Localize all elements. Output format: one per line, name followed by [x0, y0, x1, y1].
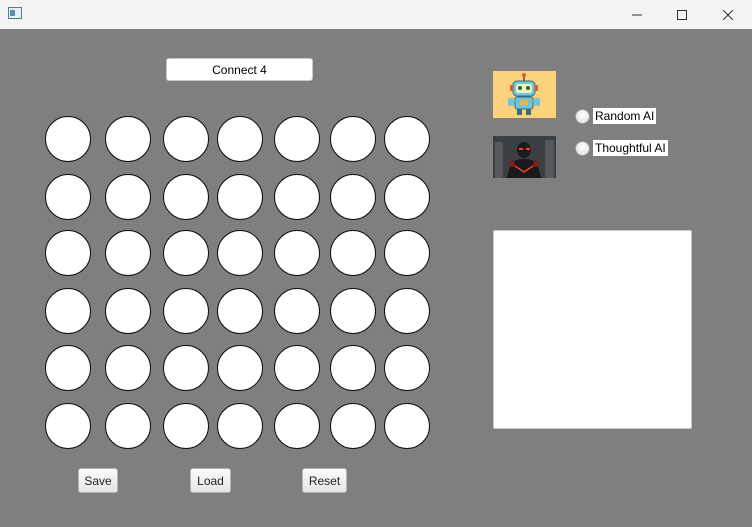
board-cell[interactable] — [384, 288, 430, 334]
board-cell[interactable] — [384, 174, 430, 220]
board-cell[interactable] — [217, 345, 263, 391]
thoughtful-ai-label: Thoughtful AI — [593, 140, 668, 156]
board-cell[interactable] — [274, 288, 320, 334]
minimize-button[interactable] — [614, 0, 660, 29]
board-cell[interactable] — [384, 116, 430, 162]
game-window: Connect 4 Save Load Reset Random AI Thou… — [0, 29, 752, 527]
close-button[interactable] — [705, 0, 751, 29]
board-cell[interactable] — [163, 174, 209, 220]
maximize-button[interactable] — [659, 0, 705, 29]
board-cell[interactable] — [45, 116, 91, 162]
maximize-icon — [677, 9, 687, 20]
title-bar — [0, 0, 752, 30]
thoughtful-ai-radio[interactable] — [575, 140, 590, 156]
board-cell[interactable] — [45, 403, 91, 449]
game-log-area[interactable] — [493, 230, 692, 429]
random-ai-label: Random AI — [593, 108, 657, 124]
board-cell[interactable] — [105, 116, 151, 162]
board-cell[interactable] — [105, 288, 151, 334]
board-cell[interactable] — [217, 116, 263, 162]
board-cell[interactable] — [45, 345, 91, 391]
board-cell[interactable] — [384, 345, 430, 391]
random-ai-radio[interactable] — [575, 108, 590, 124]
thoughtful-ai-option[interactable]: Thoughtful AI — [575, 140, 668, 156]
board-cell[interactable] — [45, 230, 91, 276]
board-cell[interactable] — [163, 288, 209, 334]
board-cell[interactable] — [274, 116, 320, 162]
minimize-icon — [632, 14, 642, 15]
board-cell[interactable] — [105, 174, 151, 220]
board-cell[interactable] — [105, 403, 151, 449]
board-cell[interactable] — [330, 345, 376, 391]
robot-avatar — [493, 71, 556, 118]
board-cell[interactable] — [330, 288, 376, 334]
board-cell[interactable] — [274, 345, 320, 391]
board-cell[interactable] — [384, 230, 430, 276]
board-cell[interactable] — [330, 116, 376, 162]
game-board — [0, 29, 460, 469]
board-cell[interactable] — [163, 345, 209, 391]
save-button[interactable]: Save — [78, 468, 118, 493]
board-cell[interactable] — [105, 345, 151, 391]
board-cell[interactable] — [274, 230, 320, 276]
board-cell[interactable] — [217, 288, 263, 334]
board-cell[interactable] — [384, 403, 430, 449]
board-cell[interactable] — [45, 174, 91, 220]
board-cell[interactable] — [217, 230, 263, 276]
board-cell[interactable] — [45, 288, 91, 334]
board-cell[interactable] — [274, 174, 320, 220]
window-app-icon — [8, 7, 22, 19]
board-cell[interactable] — [163, 230, 209, 276]
reset-button[interactable]: Reset — [302, 468, 347, 493]
board-cell[interactable] — [274, 403, 320, 449]
board-cell[interactable] — [163, 116, 209, 162]
cyborg-avatar — [493, 136, 556, 178]
board-cell[interactable] — [217, 403, 263, 449]
board-cell[interactable] — [330, 403, 376, 449]
board-cell[interactable] — [330, 174, 376, 220]
random-ai-option[interactable]: Random AI — [575, 108, 657, 124]
board-cell[interactable] — [163, 403, 209, 449]
board-cell[interactable] — [217, 174, 263, 220]
board-cell[interactable] — [105, 230, 151, 276]
board-cell[interactable] — [330, 230, 376, 276]
load-button[interactable]: Load — [190, 468, 231, 493]
close-icon — [723, 9, 733, 20]
